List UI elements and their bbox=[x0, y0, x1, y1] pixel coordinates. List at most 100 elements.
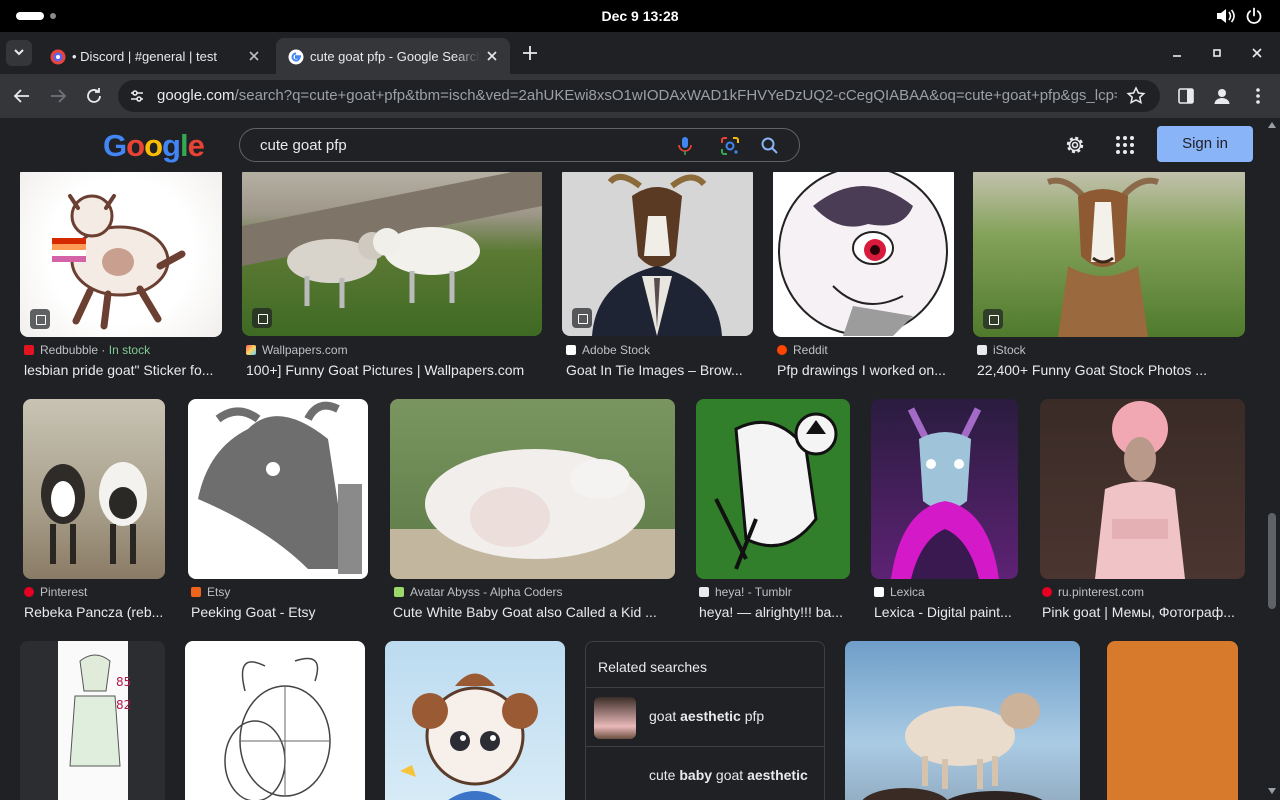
url-text[interactable]: google.com/search?q=cute+goat+pfp&tbm=is… bbox=[157, 87, 1117, 104]
system-clock[interactable]: Dec 9 13:28 bbox=[0, 8, 1280, 24]
image-result-thumbnail[interactable] bbox=[1040, 399, 1245, 579]
close-icon[interactable] bbox=[484, 48, 500, 64]
image-result-thumbnail[interactable] bbox=[773, 166, 954, 337]
result-source[interactable]: iStock bbox=[977, 343, 1245, 357]
baby-goats-photo bbox=[41, 462, 147, 564]
goat-drawing-image bbox=[778, 166, 948, 336]
browser-toolbar: google.com/search?q=cute+goat+pfp&tbm=is… bbox=[0, 74, 1280, 118]
apps-grid-icon[interactable] bbox=[1115, 135, 1135, 155]
svg-text:82: 82 bbox=[116, 698, 131, 712]
bookmark-star-icon[interactable] bbox=[1126, 86, 1146, 106]
tab-google-search[interactable]: cute goat pfp - Google Search bbox=[276, 38, 510, 74]
result-source[interactable]: ru.pinterest.com bbox=[1042, 585, 1245, 599]
page-scrollbar[interactable] bbox=[1264, 118, 1280, 800]
site-settings-icon[interactable] bbox=[128, 87, 146, 105]
forward-arrow-icon[interactable] bbox=[47, 85, 69, 107]
maximize-icon[interactable] bbox=[1208, 44, 1226, 62]
etsy-icon bbox=[191, 587, 201, 597]
related-search-text[interactable]: goat aesthetic pfp bbox=[649, 708, 764, 724]
tumblr-icon bbox=[699, 587, 709, 597]
back-arrow-icon[interactable] bbox=[11, 85, 33, 107]
result-caption[interactable]: lesbian pride goat" Sticker fo... bbox=[24, 362, 220, 378]
result-source[interactable]: Wallpapers.com bbox=[246, 343, 542, 357]
result-caption[interactable]: 100+] Funny Goat Pictures | Wallpapers.c… bbox=[246, 362, 542, 378]
image-result-thumbnail[interactable] bbox=[562, 166, 753, 336]
image-result-thumbnail[interactable] bbox=[1107, 641, 1238, 800]
result-caption[interactable]: Pfp drawings I worked on... bbox=[777, 362, 952, 378]
goat-illustration-image bbox=[696, 399, 850, 579]
tab-title: cute goat pfp - Google Search bbox=[310, 49, 480, 64]
related-searches-panel: Related searches goat aesthetic pfp cute… bbox=[585, 641, 825, 800]
sign-in-button[interactable]: Sign in bbox=[1157, 126, 1253, 162]
result-caption[interactable]: Lexica - Digital paint... bbox=[874, 604, 1018, 620]
stock-status: In stock bbox=[108, 343, 151, 357]
microphone-icon[interactable] bbox=[676, 136, 694, 156]
power-icon[interactable] bbox=[1245, 7, 1263, 25]
tab-strip: • Discord | #general | test cute goat pf… bbox=[0, 32, 1280, 74]
result-source[interactable]: heya! - Tumblr bbox=[699, 585, 850, 599]
address-bar[interactable]: google.com/search?q=cute+goat+pfp&tbm=is… bbox=[118, 80, 1160, 112]
image-result-thumbnail[interactable] bbox=[390, 399, 675, 579]
result-caption[interactable]: Rebeka Pancza (reb... bbox=[24, 604, 165, 620]
profile-icon[interactable] bbox=[1211, 85, 1233, 107]
kebab-menu-icon[interactable] bbox=[1247, 85, 1269, 107]
result-caption[interactable]: Cute White Baby Goat also Called a Kid .… bbox=[393, 604, 663, 620]
image-result-thumbnail[interactable] bbox=[385, 641, 565, 800]
discord-favicon-icon bbox=[50, 49, 66, 65]
image-result-thumbnail[interactable] bbox=[188, 399, 368, 579]
search-icon[interactable] bbox=[760, 136, 780, 156]
result-caption[interactable]: Peeking Goat - Etsy bbox=[191, 604, 368, 620]
gear-icon[interactable] bbox=[1063, 133, 1087, 157]
result-caption[interactable]: Pink goat | Мемы, Фотограф... bbox=[1042, 604, 1245, 620]
image-result-thumbnail[interactable] bbox=[845, 641, 1080, 800]
image-result-thumbnail[interactable]: 85 82 bbox=[20, 641, 165, 800]
image-result-thumbnail[interactable] bbox=[696, 399, 850, 579]
image-result-thumbnail[interactable] bbox=[20, 166, 222, 337]
result-caption[interactable]: 22,400+ Funny Goat Stock Photos ... bbox=[977, 362, 1213, 378]
alpha-coders-icon bbox=[394, 587, 404, 597]
result-source[interactable]: Reddit bbox=[777, 343, 954, 357]
result-source[interactable]: Lexica bbox=[874, 585, 1018, 599]
image-result-thumbnail[interactable] bbox=[973, 166, 1245, 337]
window-close-icon[interactable] bbox=[1248, 44, 1266, 62]
volume-icon[interactable] bbox=[1216, 8, 1236, 24]
related-search-item[interactable]: cute baby goat aesthetic bbox=[586, 746, 824, 800]
close-icon[interactable] bbox=[246, 48, 262, 64]
istock-icon bbox=[977, 345, 987, 355]
cartoon-goat-image bbox=[400, 673, 538, 800]
result-source[interactable]: Avatar Abyss - Alpha Coders bbox=[394, 585, 675, 599]
goat-on-rocks-photo bbox=[862, 693, 1043, 800]
image-result-thumbnail[interactable] bbox=[23, 399, 165, 579]
google-favicon-icon bbox=[288, 49, 304, 65]
image-result-thumbnail[interactable] bbox=[871, 399, 1018, 579]
minimize-icon[interactable] bbox=[1168, 44, 1186, 62]
related-search-thumbnail bbox=[594, 697, 636, 739]
result-source[interactable]: Pinterest bbox=[24, 585, 165, 599]
pinterest-icon bbox=[1042, 587, 1052, 597]
scroll-down-arrow-icon[interactable] bbox=[1268, 788, 1276, 794]
google-logo[interactable]: Google bbox=[103, 128, 205, 164]
scrollbar-thumb[interactable] bbox=[1268, 513, 1276, 609]
result-caption[interactable]: heya! — alrighty!!! ba... bbox=[699, 604, 844, 620]
related-search-item[interactable]: goat aesthetic pfp bbox=[586, 687, 824, 745]
result-caption[interactable]: Goat In Tie Images – Brow... bbox=[566, 362, 749, 378]
result-source[interactable]: Etsy bbox=[191, 585, 368, 599]
side-panel-icon[interactable] bbox=[1175, 85, 1197, 107]
scroll-up-arrow-icon[interactable] bbox=[1268, 122, 1276, 128]
image-result-thumbnail[interactable] bbox=[242, 166, 542, 336]
google-lens-icon[interactable] bbox=[720, 136, 740, 156]
new-tab-icon[interactable] bbox=[518, 41, 542, 65]
white-baby-goat-photo bbox=[390, 449, 675, 579]
tab-search-button[interactable] bbox=[6, 40, 32, 66]
tab-title: • Discord | #general | test bbox=[72, 49, 217, 64]
result-source[interactable]: Adobe Stock bbox=[566, 343, 753, 357]
pinterest-icon bbox=[24, 587, 34, 597]
reload-icon[interactable] bbox=[83, 85, 105, 107]
tab-discord[interactable]: • Discord | #general | test bbox=[38, 38, 272, 74]
goat-sticker-image bbox=[52, 194, 186, 330]
result-source[interactable]: Redbubble · In stock bbox=[24, 343, 224, 357]
search-box[interactable]: cute goat pfp bbox=[239, 128, 800, 162]
related-search-text[interactable]: cute baby goat aesthetic bbox=[649, 767, 808, 783]
image-result-thumbnail[interactable] bbox=[185, 641, 365, 800]
search-input[interactable]: cute goat pfp bbox=[260, 137, 347, 154]
